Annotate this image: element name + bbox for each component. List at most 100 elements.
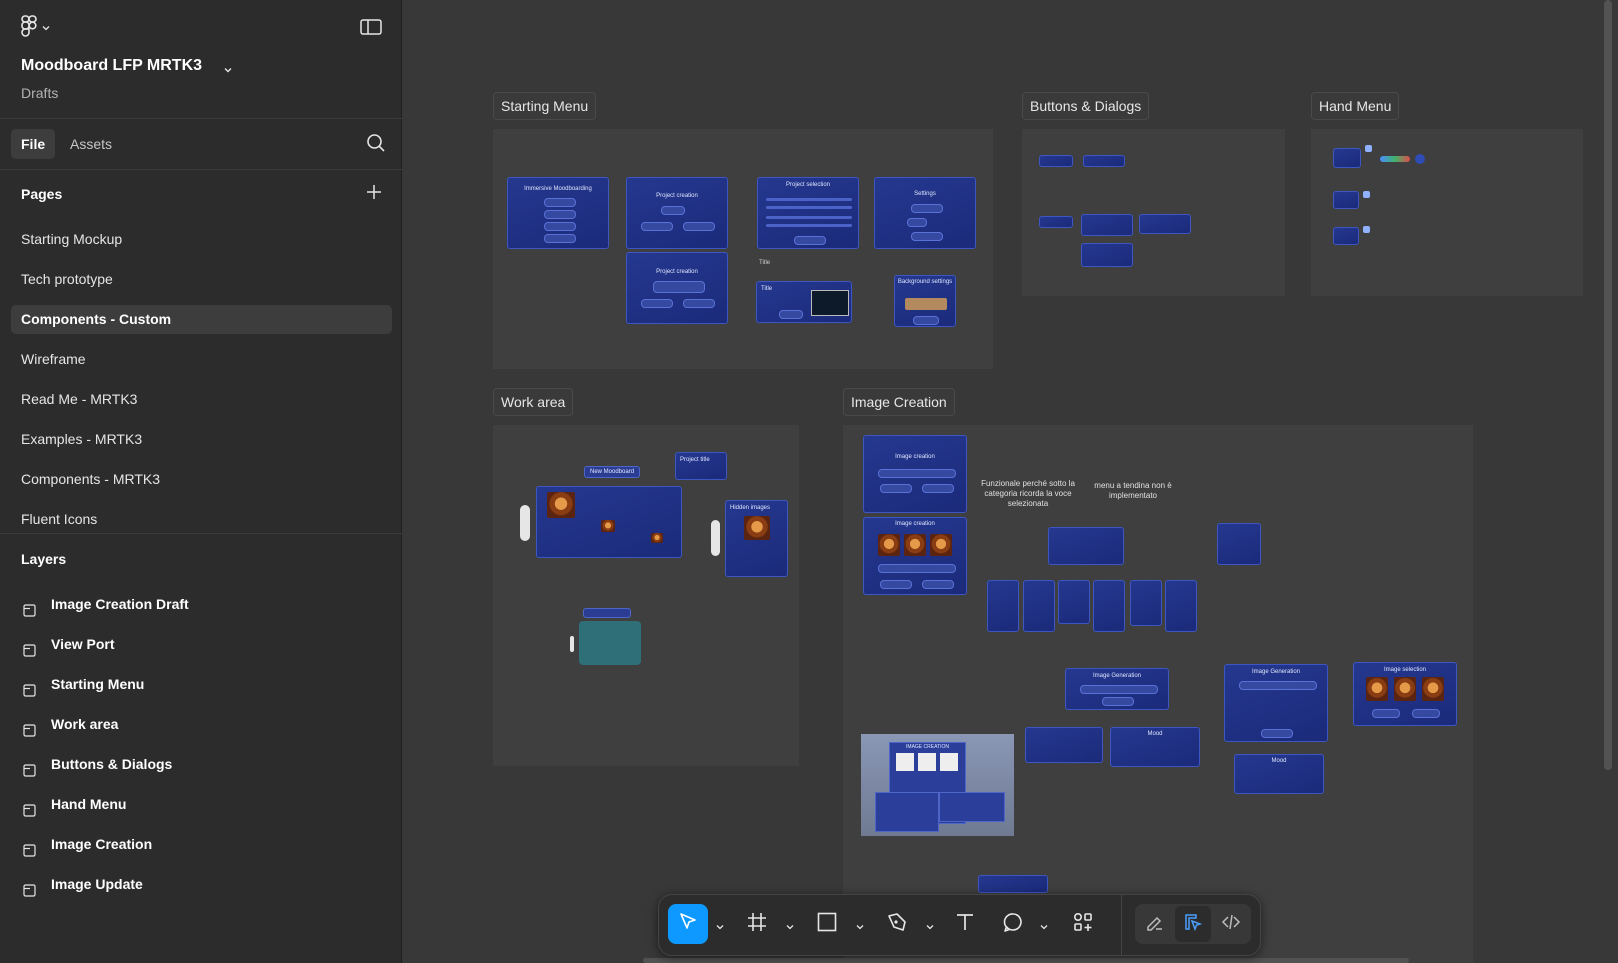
frame-project-selection[interactable]: Project selection <box>757 177 859 249</box>
frame-settings[interactable]: Settings <box>874 177 976 249</box>
page-item[interactable]: Tech prototype <box>11 265 392 294</box>
work-area-handle[interactable] <box>570 636 574 652</box>
layer-item[interactable]: Image Creation Draft <box>11 590 392 619</box>
frame-image-creation-2[interactable]: Image creation <box>863 517 967 595</box>
design-note[interactable]: menu a tendina non è implementato <box>1085 481 1181 501</box>
layer-item[interactable]: Hand Menu <box>11 790 392 819</box>
title-label[interactable]: Title <box>754 258 775 268</box>
move-tool-button[interactable] <box>668 904 708 944</box>
add-page-button[interactable] <box>366 184 382 200</box>
color-swatches[interactable] <box>1380 156 1410 162</box>
viewport-preview[interactable]: IMAGE CREATION <box>861 734 1014 836</box>
chevron-down-icon[interactable] <box>1039 919 1049 930</box>
frame-image-creation-1[interactable]: Image creation <box>863 435 967 513</box>
frame-image-selection[interactable]: Image selection <box>1353 662 1457 726</box>
frame-image-generation-2[interactable]: Image Generation <box>1224 664 1328 742</box>
moodboard-title-chip[interactable] <box>583 608 631 618</box>
frame-project-creation-2[interactable]: Project creation <box>626 252 728 324</box>
dialog-button-component[interactable] <box>1039 155 1073 167</box>
frame-mood-1[interactable]: Mood <box>1110 727 1200 767</box>
design-note[interactable]: Funzionale perché sotto la categoria ric… <box>978 479 1078 509</box>
dropdown-list[interactable] <box>1058 580 1090 624</box>
layer-item[interactable]: Image Update <box>11 870 392 899</box>
page-item[interactable]: Wireframe <box>11 345 392 374</box>
frame-tool-button[interactable] <box>737 904 777 944</box>
page-item[interactable]: Starting Mockup <box>11 225 392 254</box>
layer-item[interactable]: Image Creation <box>11 830 392 859</box>
frame-mood-2[interactable]: Mood <box>1234 754 1324 794</box>
frame-image-generation-1[interactable]: Image Generation <box>1065 668 1169 710</box>
chevron-down-icon[interactable] <box>925 919 935 930</box>
file-title[interactable]: Moodboard LFP MRTK3 <box>21 57 202 75</box>
chevron-down-icon[interactable] <box>715 919 725 930</box>
hand-menu-component[interactable] <box>1333 191 1359 209</box>
page-item[interactable]: Fluent Icons <box>11 505 392 534</box>
section-work-area[interactable] <box>493 425 799 766</box>
file-menu-chevron-icon[interactable] <box>223 62 233 73</box>
frame-project-title[interactable]: Project title <box>675 452 727 480</box>
dev-mode-button[interactable] <box>1213 906 1249 942</box>
horizontal-scrollbar[interactable] <box>643 958 1409 963</box>
section-starting-menu[interactable] <box>493 129 993 369</box>
section-label-starting-menu[interactable]: Starting Menu <box>493 92 597 120</box>
work-area-handle[interactable] <box>520 505 530 541</box>
chevron-down-icon[interactable] <box>855 919 865 930</box>
section-label-hand-menu[interactable]: Hand Menu <box>1311 92 1400 120</box>
design-canvas[interactable]: Starting Menu Immersive Moodboarding Pro… <box>403 0 1618 963</box>
design-mode-button[interactable] <box>1175 906 1211 942</box>
frame-prompt[interactable] <box>978 875 1048 893</box>
toggle-sidebar-button[interactable] <box>360 18 382 38</box>
teal-panel[interactable] <box>579 621 641 665</box>
section-label-buttons-dialogs[interactable]: Buttons & Dialogs <box>1022 92 1150 120</box>
text-tool-button[interactable] <box>945 904 985 944</box>
layer-item[interactable]: Buttons & Dialogs <box>11 750 392 779</box>
dropdown-list[interactable] <box>1165 580 1197 632</box>
file-location[interactable]: Drafts <box>21 85 58 101</box>
search-layers-button[interactable] <box>366 133 388 155</box>
mood-options-frame[interactable] <box>1025 727 1103 763</box>
vertical-scrollbar[interactable] <box>1604 0 1612 770</box>
page-item-selected[interactable]: Components - Custom <box>11 305 392 334</box>
page-item[interactable]: Components - MRTK3 <box>11 465 392 494</box>
dropdown-list[interactable] <box>1130 580 1162 626</box>
dropdown-list[interactable] <box>1023 580 1055 632</box>
layer-item[interactable]: Work area <box>11 710 392 739</box>
main-menu-button[interactable] <box>20 14 60 41</box>
frame-background-settings[interactable]: Background settings <box>894 275 956 327</box>
new-moodboard-chip[interactable]: New Moodboard <box>584 466 641 478</box>
dropdown-list[interactable] <box>1093 580 1125 632</box>
frame-project-creation-1[interactable]: Project creation <box>626 177 728 249</box>
rectangle-tool-button[interactable] <box>807 904 847 944</box>
page-item[interactable]: Read Me - MRTK3 <box>11 385 392 414</box>
tab-file[interactable]: File <box>11 129 56 159</box>
chevron-down-icon[interactable] <box>785 919 795 930</box>
pages-layers-divider[interactable] <box>0 533 402 534</box>
hand-menu-component[interactable] <box>1333 227 1359 245</box>
dialog-button-component[interactable] <box>1083 155 1125 167</box>
dialog-component[interactable] <box>1139 214 1191 234</box>
dialog-component[interactable] <box>1081 243 1133 267</box>
frame-immersive-moodboarding[interactable]: Immersive Moodboarding <box>507 177 609 249</box>
work-area-handle[interactable] <box>711 520 720 556</box>
layer-item[interactable]: Starting Menu <box>11 670 392 699</box>
draw-mode-button[interactable] <box>1137 906 1173 942</box>
dialog-component[interactable] <box>1039 216 1073 228</box>
color-swatch[interactable] <box>1415 154 1425 164</box>
comment-tool-button[interactable] <box>993 904 1033 944</box>
pages-heading[interactable]: Pages <box>21 186 62 202</box>
layer-item[interactable]: View Port <box>11 630 392 659</box>
dropdown-list[interactable] <box>987 580 1019 632</box>
dropdown-component[interactable] <box>1048 527 1124 565</box>
frame-title-preview[interactable]: Title <box>756 281 852 323</box>
tab-assets[interactable]: Assets <box>60 129 122 159</box>
page-item[interactable]: Examples - MRTK3 <box>11 425 392 454</box>
pen-tool-button[interactable] <box>877 904 917 944</box>
hand-menu-component[interactable] <box>1333 148 1361 168</box>
frame-moodboard-canvas[interactable] <box>536 486 682 558</box>
actions-button[interactable] <box>1063 904 1103 944</box>
frame-hidden-images[interactable]: Hidden images <box>725 500 788 577</box>
section-label-work-area[interactable]: Work area <box>493 388 574 416</box>
dialog-component[interactable] <box>1081 214 1133 236</box>
dropdown-component[interactable] <box>1217 523 1261 565</box>
section-label-image-creation[interactable]: Image Creation <box>843 388 955 416</box>
